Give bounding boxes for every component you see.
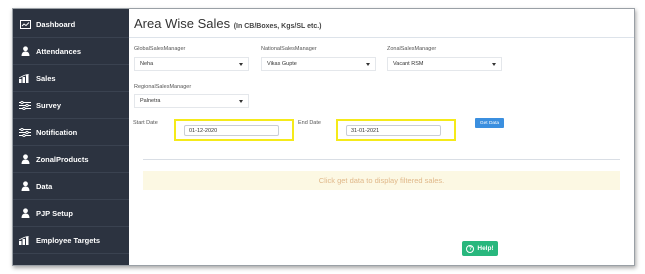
content-divider [143,159,620,160]
chevron-down-icon [239,63,243,66]
sidebar-item-label: Data [36,181,53,191]
title-divider [129,37,634,38]
sidebar: Dashboard Attendances Sales Survey Notif… [13,9,129,265]
sidebar-item-label: ZonalProducts [36,154,89,164]
info-message: Click get data to display filtered sales… [143,171,620,190]
sidebar-item-data[interactable]: Data [13,173,129,200]
end-date-label: End Date [298,120,321,126]
sidebar-item-notification[interactable]: Notification [13,119,129,146]
page-title: Area Wise Sales (In CB/Boxes, Kgs/SL etc… [134,16,322,31]
national-sales-manager-label: NationalSalesManager [261,46,317,52]
national-sales-manager-select[interactable]: Vikas Gupte [261,57,376,71]
user-icon [19,154,31,164]
sidebar-item-label: Dashboard [36,19,76,29]
chevron-down-icon [366,63,370,66]
question-circle-icon: ? [466,244,475,253]
help-button[interactable]: ? Help! [462,241,498,256]
sidebar-item-attendances[interactable]: Attendances [13,38,129,65]
zonal-sales-manager-select[interactable]: Vacant RSM [387,57,502,71]
help-button-label: Help! [477,245,494,252]
app-window: Dashboard Attendances Sales Survey Notif… [12,8,635,266]
chevron-down-icon [239,100,243,103]
sidebar-item-label: PJP Setup [36,208,73,218]
national-sales-manager-value: Vikas Gupte [267,61,297,67]
sidebar-item-survey[interactable]: Survey [13,92,129,119]
sidebar-item-label: Notification [36,127,78,137]
user-icon [19,208,31,218]
regional-sales-manager-value: Palnetra [140,98,161,104]
end-date-value: 31-01-2021 [351,127,380,134]
regional-sales-manager-select[interactable]: Palnetra [134,94,249,108]
start-date-highlight: 01-12-2020 [174,119,294,141]
sidebar-item-label: Attendances [36,46,82,56]
chevron-down-icon [492,63,496,66]
global-sales-manager-label: GlobalSalesManager [134,46,186,52]
sidebar-item-dashboard[interactable]: Dashboard [13,11,129,38]
end-date-highlight: 31-01-2021 [336,119,456,141]
sidebar-item-label: Employee Targets [36,235,101,245]
sidebar-item-label: Sales [36,73,56,83]
start-date-label: Start Date [133,120,158,126]
zonal-sales-manager-label: ZonalSalesManager [387,46,437,52]
sidebar-item-pjp-setup[interactable]: PJP Setup [13,200,129,227]
get-data-button[interactable]: Get Data [475,118,504,128]
page-title-text: Area Wise Sales [134,16,231,31]
info-message-text: Click get data to display filtered sales… [318,176,445,185]
start-date-value: 01-12-2020 [189,127,218,134]
main-content: Area Wise Sales (In CB/Boxes, Kgs/SL etc… [129,9,634,265]
zonal-sales-manager-value: Vacant RSM [393,61,424,67]
global-sales-manager-select[interactable]: Neha [134,57,249,71]
start-date-input[interactable]: 01-12-2020 [184,125,279,136]
sidebar-item-label: Survey [36,100,62,110]
user-icon [19,46,31,56]
bar-chart-icon [19,235,31,245]
sidebar-item-employee-targets[interactable]: Employee Targets [13,227,129,254]
list-icon [19,100,31,110]
end-date-input[interactable]: 31-01-2021 [346,125,441,136]
page-subtitle: (In CB/Boxes, Kgs/SL etc.) [233,23,322,30]
global-sales-manager-value: Neha [140,61,154,67]
user-icon [19,181,31,191]
bar-chart-icon [19,73,31,83]
regional-sales-manager-label: RegionalSalesManager [134,84,192,90]
list-icon [19,127,31,137]
sidebar-item-sales[interactable]: Sales [13,65,129,92]
dashboard-icon [19,19,31,29]
sidebar-item-zonalproducts[interactable]: ZonalProducts [13,146,129,173]
